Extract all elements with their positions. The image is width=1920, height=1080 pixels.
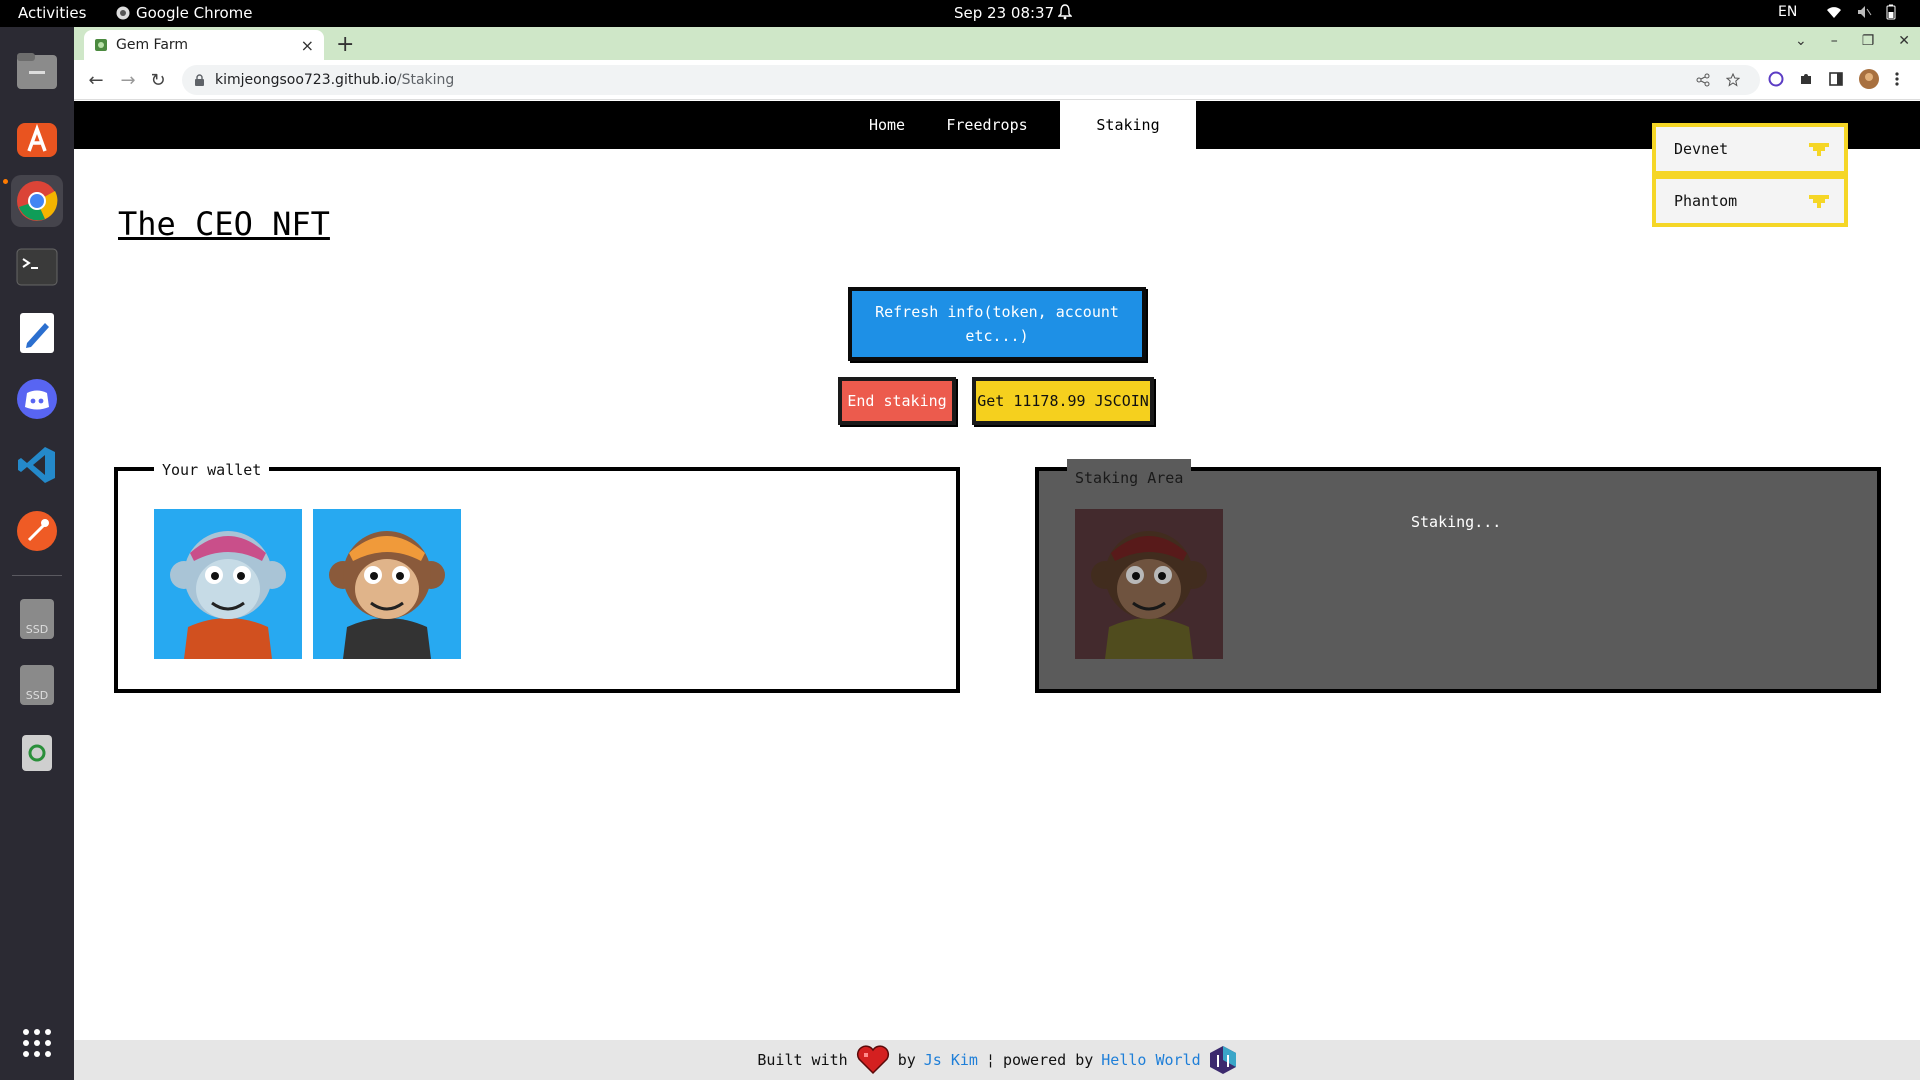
trash-icon[interactable]	[11, 725, 63, 777]
app-menu[interactable]: Google Chrome	[116, 4, 253, 22]
chevron-down-icon	[1809, 195, 1829, 208]
svg-text:SSD: SSD	[26, 623, 48, 636]
heart-icon	[856, 1045, 889, 1075]
show-apps-grid-icon[interactable]	[11, 1017, 63, 1069]
ssd-drive-icon[interactable]: SSD	[11, 659, 63, 711]
tab-close-icon[interactable]: ×	[301, 36, 314, 55]
page-footer: Built with by Js Kim ¦ powered by Hello …	[74, 1040, 1920, 1080]
window-controls: ⌄ – ❐ ✕	[1795, 33, 1910, 49]
hello-world-link[interactable]: Hello World	[1101, 1051, 1200, 1069]
vscode-icon[interactable]	[11, 439, 63, 491]
blue-ape-nft[interactable]	[154, 509, 302, 659]
address-bar[interactable]: kimjeongsoo723.github.io/Staking	[182, 65, 1760, 95]
chrome-icon[interactable]	[11, 175, 63, 227]
staked-ape-nft[interactable]	[1075, 509, 1223, 659]
tab-title: Gem Farm	[116, 37, 189, 53]
author-link[interactable]: Js Kim	[924, 1051, 978, 1069]
claim-reward-button[interactable]: Get 11178.99 JSCOIN	[972, 377, 1154, 425]
site-navbar: Home Freedrops Staking	[74, 101, 1920, 149]
network-select-value: Devnet	[1674, 140, 1729, 158]
favicon-icon	[95, 39, 107, 51]
hello-world-logo-icon	[1209, 1046, 1236, 1074]
battery-icon	[1886, 4, 1896, 20]
tab-search-icon[interactable]: ⌄	[1795, 33, 1807, 49]
footer-separator: ¦	[985, 1051, 995, 1069]
share-icon[interactable]	[1696, 73, 1710, 87]
wallet-select[interactable]: Phantom	[1652, 175, 1848, 227]
notification-bell-icon[interactable]	[1058, 4, 1072, 20]
chevron-down-icon	[1809, 143, 1829, 156]
ssd-drive-icon[interactable]: SSD	[11, 593, 63, 645]
tab-strip: Gem Farm × + ⌄ – ❐ ✕	[74, 27, 1920, 60]
new-tab-button[interactable]: +	[336, 32, 354, 57]
footer-by: by	[897, 1051, 916, 1069]
web-page: Home Freedrops Staking The CEO NFT Devne…	[74, 101, 1920, 1080]
discord-icon[interactable]	[11, 373, 63, 425]
chrome-window: Gem Farm × + ⌄ – ❐ ✕ ← → ↻ kimjeongsoo72…	[74, 27, 1920, 1080]
footer-built-with: Built with	[757, 1051, 848, 1069]
text-editor-icon[interactable]	[11, 307, 63, 359]
postman-icon[interactable]	[11, 505, 63, 557]
activities-button[interactable]: Activities	[18, 4, 86, 22]
footer-powered-by: powered by	[1002, 1051, 1094, 1069]
files-icon[interactable]	[11, 45, 63, 97]
side-panel-icon[interactable]	[1828, 71, 1844, 87]
software-center-icon[interactable]	[11, 111, 63, 163]
staking-status: Staking...	[1411, 513, 1502, 531]
maximize-icon[interactable]: ❐	[1862, 33, 1875, 49]
language-indicator[interactable]: EN	[1778, 4, 1797, 20]
wallet-select-value: Phantom	[1674, 192, 1738, 210]
app-name: Google Chrome	[136, 4, 253, 22]
terminal-icon[interactable]	[11, 241, 63, 293]
end-staking-button[interactable]: End staking	[838, 377, 956, 425]
tab-gem-farm[interactable]: Gem Farm ×	[84, 30, 324, 60]
minimize-icon[interactable]: –	[1831, 33, 1838, 49]
staking-panel: Staking Area Staking...	[1035, 459, 1881, 693]
nav-freedrops[interactable]: Freedrops	[930, 101, 1044, 149]
browser-toolbar: ← → ↻ kimjeongsoo723.github.io/Staking	[74, 60, 1920, 100]
svg-text:SSD: SSD	[26, 689, 48, 702]
chrome-small-icon	[116, 6, 130, 20]
url-host: kimjeongsoo723.github.io	[215, 72, 397, 88]
nav-staking[interactable]: Staking	[1060, 101, 1196, 149]
wallet-legend: Your wallet	[154, 459, 270, 481]
lock-icon	[195, 73, 204, 86]
extensions-area	[1768, 68, 1900, 90]
wifi-icon	[1827, 7, 1841, 18]
chrome-menu-icon[interactable]	[1894, 71, 1900, 87]
dock: SSD SSD	[0, 27, 74, 1080]
profile-avatar-icon[interactable]	[1858, 68, 1880, 90]
volume-icon	[1858, 6, 1872, 18]
extension-circle-icon[interactable]	[1768, 71, 1784, 87]
back-icon[interactable]: ←	[84, 68, 108, 92]
url-path: /Staking	[396, 72, 455, 88]
staking-legend: Staking Area	[1067, 459, 1192, 489]
bookmark-star-icon[interactable]	[1726, 73, 1740, 87]
system-tray[interactable]	[1826, 4, 1896, 20]
reload-icon[interactable]: ↻	[146, 68, 170, 92]
system-top-bar: Activities Google Chrome Sep 23 08:37 EN	[0, 0, 1920, 27]
refresh-info-button[interactable]: Refresh info(token, account etc...)	[848, 287, 1146, 361]
puzzle-icon[interactable]	[1798, 71, 1814, 87]
network-select[interactable]: Devnet	[1652, 123, 1848, 175]
page-title[interactable]: The CEO NFT	[118, 205, 330, 243]
close-window-icon[interactable]: ✕	[1898, 33, 1910, 49]
brown-ape-nft[interactable]	[313, 509, 461, 659]
forward-icon[interactable]: →	[116, 68, 140, 92]
nav-home[interactable]: Home	[844, 101, 930, 149]
wallet-panel: Your wallet	[114, 459, 960, 693]
clock[interactable]: Sep 23 08:37	[954, 4, 1054, 22]
